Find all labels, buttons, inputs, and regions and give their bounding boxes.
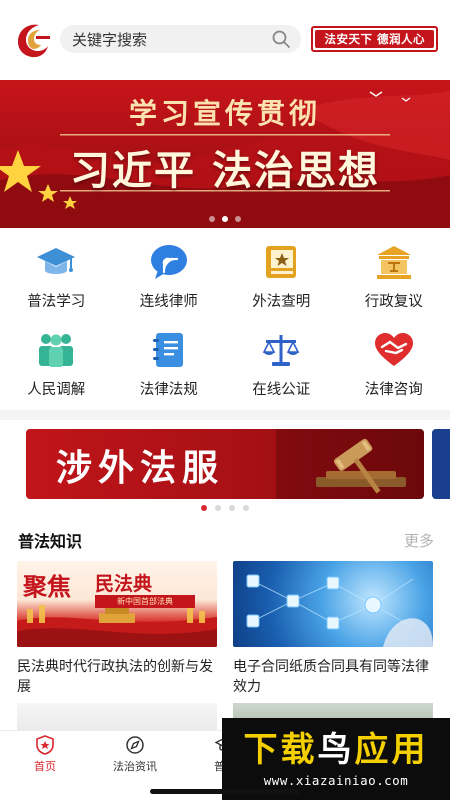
scales-icon <box>261 330 301 370</box>
search-bar[interactable]: 关键字搜索 <box>60 25 302 53</box>
thumb-title-2: 民法典 <box>95 573 153 595</box>
pagination-dot[interactable] <box>235 216 241 222</box>
thumb-caption: 新中国首部法典 <box>95 595 195 608</box>
banner-pagination <box>0 216 450 222</box>
notebook-icon <box>149 330 189 370</box>
top-bar: 关键字搜索 法安天下 德润人心 <box>0 0 450 78</box>
feature-notary[interactable]: 在线公证 <box>225 320 338 406</box>
banner2-title: 涉外法服 <box>56 447 225 489</box>
nav-label: 法治资讯 <box>113 760 157 773</box>
article-title: 民法典时代行政执法的创新与发展 <box>17 659 213 695</box>
watermark-part: 鸟 <box>317 729 355 770</box>
hero-banner[interactable]: 学习宣传贯彻 习近平 法治思想 <box>0 80 450 228</box>
feature-admin-review[interactable]: 行政复议 <box>338 232 450 320</box>
pagination-dot[interactable] <box>229 505 235 511</box>
article-card[interactable]: 聚焦 民法典 新中国首部法典 民法典时代行政执法的创新与发展 <box>17 561 217 697</box>
pagination-dot[interactable] <box>215 505 221 511</box>
people-icon <box>36 330 76 370</box>
courthouse-icon <box>374 242 414 282</box>
more-link[interactable]: 更多 <box>404 530 434 551</box>
article-thumbnail: 聚焦 民法典 新中国首部法典 <box>17 561 217 647</box>
feature-label: 法律法规 <box>139 382 198 398</box>
article-card[interactable]: 电子合同纸质合同具有同等法律效力 <box>233 561 433 697</box>
feature-mediation[interactable]: 人民调解 <box>0 320 113 406</box>
banner2-pagination <box>0 505 450 511</box>
book-star-icon <box>261 242 301 282</box>
section-title: 普法知识 <box>18 532 83 551</box>
section-divider <box>0 410 450 420</box>
nav-home[interactable]: 首页 <box>0 731 90 800</box>
slogan-badge: 法安天下 德润人心 <box>311 26 438 52</box>
feature-lawyer-connect[interactable]: 连线律师 <box>113 232 226 320</box>
watermark-url: www.xiazainiao.com <box>263 772 409 788</box>
pagination-dot[interactable] <box>243 505 249 511</box>
banner-headline: 学习宣传贯彻 <box>128 97 321 130</box>
feature-foreign-law[interactable]: 外法查明 <box>225 232 338 320</box>
home-shield-icon <box>36 735 54 755</box>
article-thumbnail <box>233 561 433 647</box>
watermark-part: 应用 <box>354 729 429 770</box>
feature-label: 行政复议 <box>364 294 423 310</box>
feature-label: 在线公证 <box>252 382 311 398</box>
home-indicator[interactable] <box>150 789 300 794</box>
article-thumbnail-peek[interactable] <box>17 703 217 731</box>
foreign-legal-service-banner[interactable]: 涉外法服 <box>26 429 424 499</box>
thumb-title-1: 聚焦 <box>23 572 71 601</box>
heart-handshake-icon <box>374 330 414 370</box>
network-illustration <box>246 574 433 647</box>
feature-label: 人民调解 <box>27 382 86 398</box>
feature-label: 普法学习 <box>27 294 86 310</box>
banner-subheadline: 习近平 法治思想 <box>70 147 380 194</box>
pagination-dot[interactable] <box>222 216 228 222</box>
feature-puf-study[interactable]: 普法学习 <box>0 232 113 320</box>
chat-bubble-icon <box>149 242 189 282</box>
watermark-title: 下载鸟应用 <box>244 731 429 769</box>
graduation-cap-icon <box>36 242 76 282</box>
search-icon[interactable] <box>271 29 291 49</box>
app-logo-icon[interactable] <box>12 18 54 60</box>
search-placeholder: 关键字搜索 <box>72 30 148 49</box>
pagination-dot[interactable] <box>209 216 215 222</box>
nav-label: 首页 <box>34 760 56 773</box>
feature-grid: 普法学习 连线律师 外法查明 行政复议 人民调解 法律法规 在线公证 法律咨询 <box>0 232 450 406</box>
feature-label: 外法查明 <box>252 294 311 310</box>
watermark-part: 下载 <box>243 729 318 770</box>
section-header: 普法知识 更多 <box>0 522 450 558</box>
feature-laws[interactable]: 法律法规 <box>113 320 226 406</box>
feature-label: 连线律师 <box>139 294 198 310</box>
compass-icon <box>126 736 144 754</box>
pagination-dot[interactable] <box>201 505 207 511</box>
slogan-text: 法安天下 德润人心 <box>324 32 425 46</box>
watermark-overlay: 下载鸟应用 www.xiazainiao.com <box>222 718 450 800</box>
article-title: 电子合同纸质合同具有同等法律效力 <box>233 659 429 695</box>
next-banner-peek[interactable] <box>432 429 450 499</box>
feature-label: 法律咨询 <box>364 382 423 398</box>
feature-consult[interactable]: 法律咨询 <box>338 320 450 406</box>
